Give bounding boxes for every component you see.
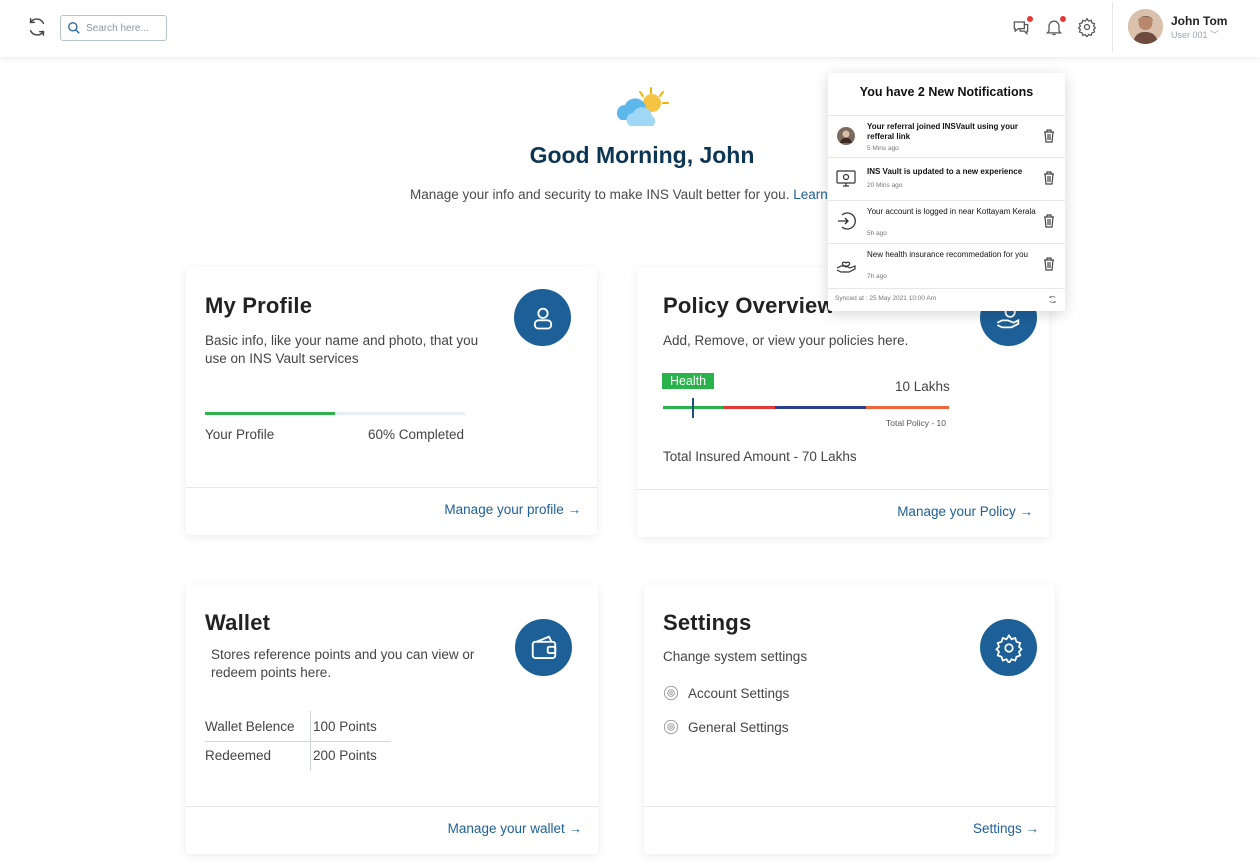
notification-item[interactable]: Your account is logged in near Kottayam …: [828, 200, 1065, 242]
wallet-redeemed-value: 200 Points: [313, 748, 377, 763]
notification-time: 5 Mins ago: [867, 145, 899, 152]
profile-card-description: Basic info, like your name and photo, th…: [205, 333, 479, 366]
notification-time: 20 Mins ago: [867, 182, 903, 189]
settings-link[interactable]: Settings →: [973, 821, 1039, 836]
settings-button[interactable]: [1077, 17, 1097, 39]
profile-progress-label: Your Profile: [205, 427, 275, 442]
manage-profile-link[interactable]: Manage your profile →: [444, 502, 581, 517]
settings-card-description: Change system settings: [663, 649, 808, 664]
avatar-image: [1128, 9, 1163, 44]
notification-item[interactable]: Your referral joined INSVault using your…: [828, 115, 1065, 157]
search-icon: [68, 22, 80, 34]
settings-card-title: Settings: [663, 610, 752, 635]
manage-wallet-link[interactable]: Manage your wallet →: [448, 821, 582, 836]
wallet-redeemed-label: Redeemed: [205, 748, 272, 763]
greeting-subtitle-text: Manage your info and security to make IN…: [410, 187, 794, 202]
avatar[interactable]: [1128, 9, 1163, 44]
settings-card-icon: [980, 619, 1037, 676]
profile-progress-text: 60% Completed: [368, 427, 465, 442]
gear-icon: [1077, 17, 1097, 39]
greeting-subtitle: Manage your info and security to make IN…: [410, 187, 828, 202]
total-insured-amount: Total Insured Amount - 70 Lakhs: [663, 449, 857, 464]
synced-at-text: Synced at : 25 May 2021 10:00 Am: [835, 295, 937, 302]
wallet-card-description: Stores reference points and you can view…: [211, 647, 475, 680]
wallet-table: Wallet Belence 100 Points Redeemed 200 P…: [205, 711, 391, 773]
policy-bar-segment: [866, 406, 949, 409]
notification-text: Your account is logged in near Kottayam …: [867, 207, 1036, 216]
wallet-balance-value: 100 Points: [313, 719, 377, 734]
policy-amount: 10 Lakhs: [895, 379, 950, 394]
profile-card-icon: [514, 289, 571, 346]
user-name: John Tom: [1171, 14, 1228, 28]
wallet-table-hdivider: [205, 741, 391, 742]
wallet-card-footer: Manage your wallet →: [186, 806, 598, 854]
profile-card-title: My Profile: [205, 293, 313, 318]
settings-card-footer: Settings →: [644, 806, 1055, 854]
policy-card-title: Policy Overview: [663, 293, 835, 318]
profile-card-footer: Manage your profile →: [186, 487, 597, 535]
user-role-dropdown[interactable]: User 001 ﹀: [1171, 28, 1219, 41]
trash-icon[interactable]: [1043, 129, 1055, 143]
account-settings-item[interactable]: Account Settings: [663, 685, 789, 701]
header-divider: [1112, 2, 1113, 52]
general-settings-label: General Settings: [688, 719, 789, 735]
notification-footer: Synced at : 25 May 2021 10:00 Am: [828, 288, 1065, 311]
policy-bar-segment: [723, 406, 775, 409]
total-policy-label: Total Policy - 10: [886, 418, 946, 428]
notification-item[interactable]: INS Vault is updated to a new experience…: [828, 157, 1065, 199]
wallet-card: Wallet Stores reference points and you c…: [186, 585, 598, 854]
notification-text: INS Vault is updated to a new experience: [867, 167, 1023, 176]
greeting-title: Good Morning, John: [529, 142, 755, 168]
refresh-icon[interactable]: [26, 16, 48, 38]
policy-bar-segment: [774, 406, 867, 409]
monitor-icon: [836, 170, 856, 187]
health-badge: Health: [662, 373, 715, 389]
wallet-card-title: Wallet: [205, 610, 271, 635]
user-photo-icon: [837, 127, 855, 145]
general-settings-item[interactable]: General Settings: [663, 719, 789, 735]
trash-icon[interactable]: [1043, 257, 1055, 271]
settings-card: Settings Change system settings Account …: [644, 585, 1055, 854]
profile-progress-bar: [205, 412, 465, 415]
chat-badge: [1026, 15, 1034, 23]
learn-more-link[interactable]: Learn: [793, 187, 828, 202]
health-hand-icon: [836, 261, 856, 273]
profile-progress-fill: [205, 412, 335, 415]
policy-card-footer: Manage your Policy →: [637, 489, 1049, 537]
policy-card-description: Add, Remove, or view your policies here.: [663, 333, 909, 348]
settings-item-icon: [663, 685, 679, 701]
notification-panel: You have 2 New Notifications Your referr…: [828, 73, 1065, 311]
chat-button[interactable]: [1011, 15, 1034, 37]
settings-item-icon: [663, 719, 679, 735]
notification-badge: [1059, 15, 1067, 23]
account-settings-label: Account Settings: [688, 685, 790, 701]
wallet-icon: [531, 635, 556, 659]
search-input[interactable]: [86, 22, 158, 34]
sync-icon[interactable]: [1048, 295, 1057, 304]
notification-button[interactable]: [1044, 15, 1067, 37]
gear-icon: [994, 633, 1023, 663]
notification-text: Your referral joined INSVault using your…: [867, 122, 1018, 141]
weather-icon: [616, 87, 669, 126]
trash-icon[interactable]: [1043, 171, 1055, 185]
wallet-card-icon: [515, 619, 572, 676]
notification-time: 5h ago: [867, 230, 887, 237]
manage-policy-link[interactable]: Manage your Policy →: [897, 504, 1033, 519]
top-header: John Tom User 001 ﹀: [0, 0, 1260, 57]
profile-card: My Profile Basic info, like your name an…: [186, 267, 597, 535]
policy-distribution-bar: [663, 406, 949, 409]
login-icon: [838, 212, 856, 230]
notification-item[interactable]: New health insurance recommedation for y…: [828, 243, 1065, 288]
notification-time: 7h ago: [867, 273, 887, 280]
notification-panel-title: You have 2 New Notifications: [859, 85, 1034, 99]
search-box[interactable]: [60, 15, 167, 41]
user-icon: [533, 307, 552, 329]
notification-text: New health insurance recommedation for y…: [867, 250, 1028, 259]
trash-icon[interactable]: [1043, 214, 1055, 228]
wallet-balance-label: Wallet Belence: [205, 719, 295, 734]
policy-bar-marker: [691, 398, 694, 418]
